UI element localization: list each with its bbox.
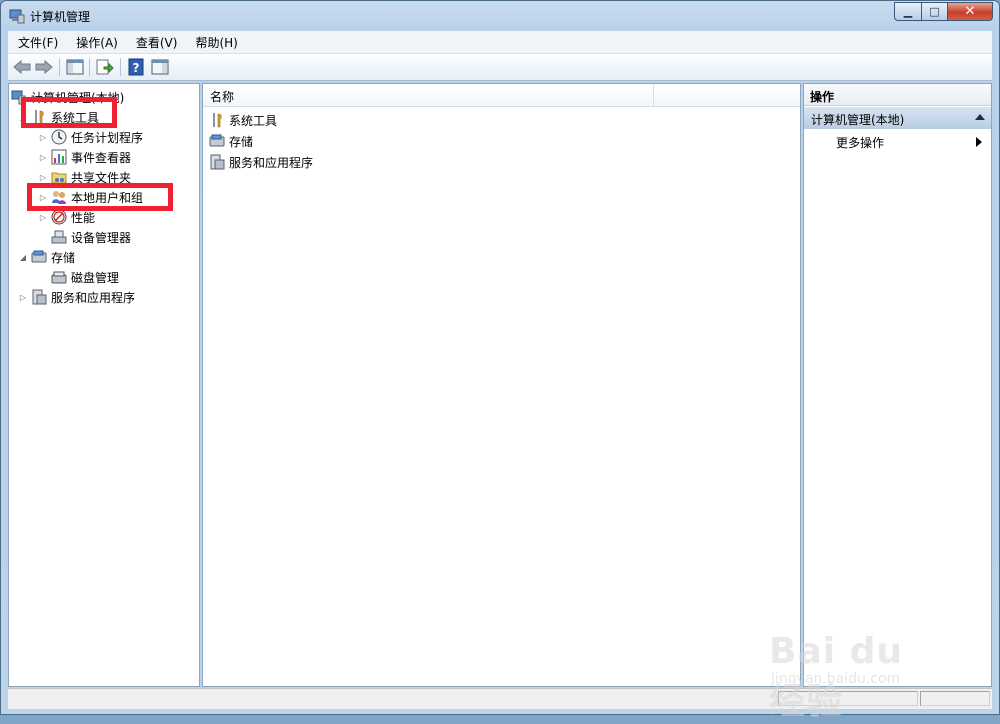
close-icon: ✕ — [964, 4, 976, 19]
system-tools-icon — [213, 113, 222, 128]
tree-label: 磁盘管理 — [71, 270, 120, 285]
back-arrow-icon — [13, 60, 31, 74]
tree-item-event-viewer[interactable]: ▷ 事件查看器 — [37, 147, 131, 167]
export-list-icon — [96, 59, 114, 75]
tree-label: 存储 — [51, 250, 76, 265]
menu-action[interactable]: 操作(A) — [66, 31, 126, 53]
tree-item-task-scheduler[interactable]: ▷ 任务计划程序 — [37, 127, 143, 147]
list-item-label: 服务和应用程序 — [229, 155, 314, 170]
device-manager-icon — [51, 230, 67, 244]
tree-label: 服务和应用程序 — [51, 290, 136, 305]
tree-label: 性能 — [71, 210, 96, 225]
expand-arrow-icon[interactable]: ▷ — [37, 133, 49, 142]
toolbar: ? — [8, 54, 992, 81]
storage-icon — [31, 250, 47, 263]
help-icon: ? — [128, 58, 144, 76]
computer-management-icon — [9, 9, 25, 24]
show-hide-action-pane-icon — [151, 59, 169, 75]
tree-label: 设备管理器 — [71, 230, 132, 245]
tree-label: 任务计划程序 — [71, 130, 144, 145]
forward-button[interactable] — [34, 57, 54, 77]
actions-title-label: 操作 — [810, 90, 835, 104]
export-list-button[interactable] — [95, 57, 115, 77]
collapse-arrow-icon[interactable]: ◢ — [17, 253, 29, 262]
list-item[interactable]: 系统工具 — [209, 110, 277, 130]
expand-arrow-icon[interactable]: ▷ — [37, 213, 49, 222]
tree-item-services-apps[interactable]: ▷ 服务和应用程序 — [17, 287, 135, 307]
more-actions-label: 更多操作 — [836, 136, 885, 150]
actions-pane-title: 操作 — [804, 84, 991, 106]
tree-item-device-manager[interactable]: 设备管理器 — [51, 227, 131, 247]
baidu-watermark: Bai du 经验 jingyan.baidu.com — [769, 607, 949, 722]
minimize-icon: ▁ — [903, 5, 913, 18]
more-actions-item[interactable]: 更多操作 — [836, 134, 986, 152]
actions-pane: 操作 计算机管理(本地) 更多操作 — [803, 83, 992, 687]
clock-icon — [51, 129, 67, 145]
tree-item-storage[interactable]: ◢ 存储 — [17, 247, 75, 267]
list-column-header: 名称 — [203, 84, 800, 107]
window-title: 计算机管理 — [30, 10, 91, 24]
highlight-box-local-users-groups — [27, 183, 173, 211]
disk-management-icon — [51, 271, 67, 284]
computer-management-window: 计算机管理 ▁ □ ✕ 文件(F) 操作(A) 查看(V) 帮助(H) ? 计算… — [0, 0, 1000, 722]
maximize-button[interactable]: □ — [921, 2, 947, 21]
storage-icon — [209, 134, 225, 147]
collapse-up-icon[interactable] — [975, 114, 985, 120]
show-hide-tree-icon — [66, 59, 84, 75]
event-viewer-icon — [51, 149, 67, 165]
services-icon — [210, 154, 225, 170]
results-list-pane[interactable]: 名称 系统工具 存储 服务和应用程序 — [202, 83, 801, 687]
show-hide-action-pane-button[interactable] — [150, 57, 170, 77]
menu-help[interactable]: 帮助(H) — [185, 31, 245, 53]
watermark-url: jingyan.baidu.com — [771, 671, 901, 687]
window-controls: ▁ □ ✕ — [894, 2, 993, 22]
menu-file[interactable]: 文件(F) — [8, 31, 66, 53]
performance-icon — [51, 209, 67, 225]
toolbar-separator — [59, 58, 60, 76]
show-hide-tree-button[interactable] — [65, 57, 85, 77]
services-icon — [32, 289, 47, 305]
highlight-box-system-tools — [21, 97, 117, 128]
actions-group-header[interactable]: 计算机管理(本地) — [804, 107, 991, 129]
help-button[interactable]: ? — [126, 57, 146, 77]
toolbar-separator — [120, 58, 121, 76]
console-tree-pane[interactable]: 计算机管理(本地) ◢ 系统工具 ▷ 任务计划程序 ▷ 事件查看器 ▷ 共享文件… — [8, 83, 200, 687]
tree-item-disk-management[interactable]: 磁盘管理 — [51, 267, 119, 287]
maximize-icon: □ — [929, 5, 940, 18]
actions-group-label: 计算机管理(本地) — [811, 113, 905, 127]
expand-arrow-icon[interactable]: ▷ — [17, 293, 29, 302]
expand-arrow-icon[interactable]: ▷ — [37, 173, 49, 182]
close-button[interactable]: ✕ — [947, 2, 993, 21]
submenu-arrow-icon — [976, 137, 982, 147]
title-bar[interactable]: 计算机管理 ▁ □ ✕ — [1, 1, 999, 31]
list-item[interactable]: 存储 — [209, 131, 253, 151]
column-name-label: 名称 — [210, 90, 235, 104]
menu-bar: 文件(F) 操作(A) 查看(V) 帮助(H) — [8, 31, 992, 54]
svg-text:?: ? — [133, 61, 140, 75]
list-item-label: 系统工具 — [229, 113, 278, 128]
menu-view[interactable]: 查看(V) — [126, 31, 186, 53]
minimize-button[interactable]: ▁ — [894, 2, 921, 21]
expand-arrow-icon[interactable]: ▷ — [37, 153, 49, 162]
back-button[interactable] — [12, 57, 32, 77]
forward-arrow-icon — [35, 60, 53, 74]
column-name[interactable]: 名称 — [203, 84, 654, 106]
list-item[interactable]: 服务和应用程序 — [209, 152, 313, 172]
list-item-label: 存储 — [229, 134, 254, 149]
toolbar-separator — [89, 58, 90, 76]
tree-label: 事件查看器 — [71, 150, 132, 165]
